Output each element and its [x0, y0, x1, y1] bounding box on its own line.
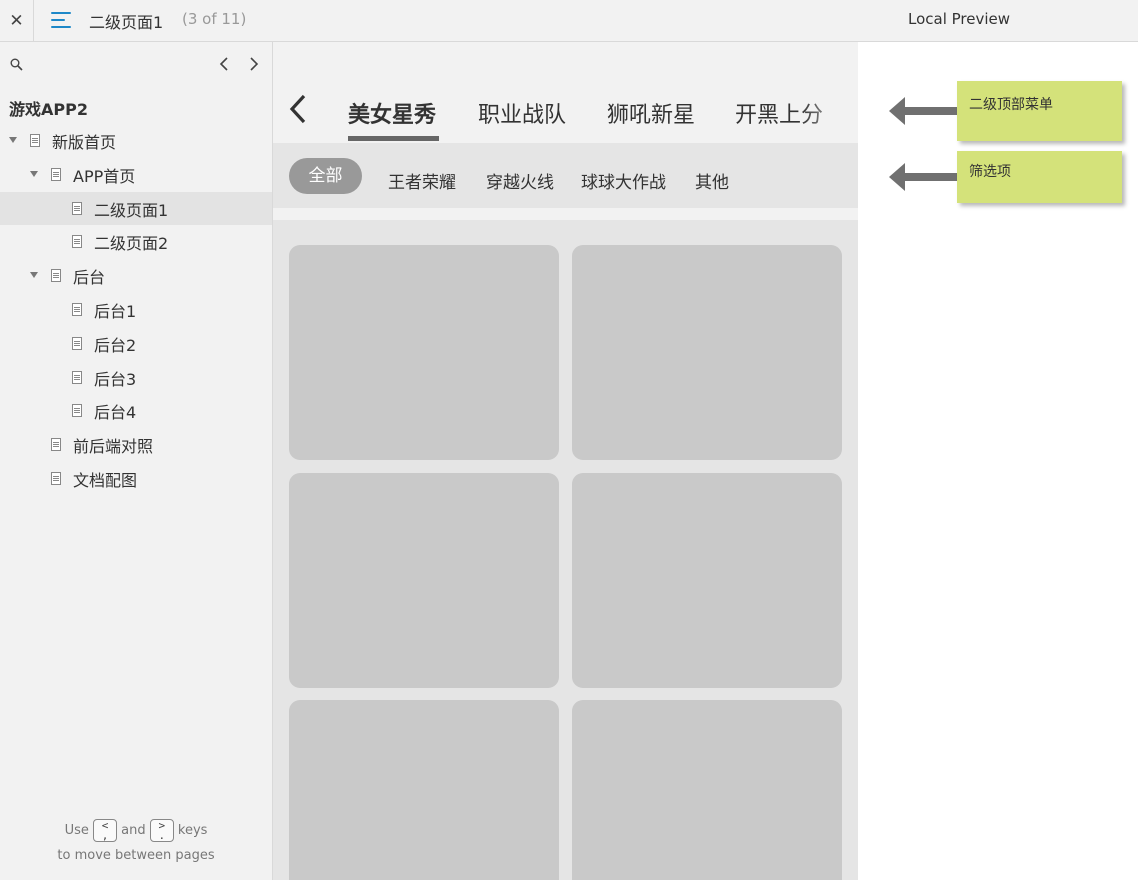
active-tab-indicator [348, 136, 439, 141]
tree-item[interactable]: 文档配图 [0, 462, 272, 496]
annotation-top-menu: 二级顶部菜单 [957, 81, 1122, 141]
tree-item-label: 二级页面2 [94, 234, 169, 254]
divider [273, 208, 858, 220]
preview-label: Local Preview [908, 10, 1011, 28]
tab-2[interactable]: 狮吼新星 [607, 97, 695, 129]
tree-item[interactable]: 前后端对照 [0, 428, 272, 462]
tree-item[interactable]: 后台2 [0, 327, 272, 361]
page-icon [51, 471, 61, 485]
content-card[interactable] [289, 472, 559, 688]
tree-item[interactable]: 二级页面1 [0, 191, 272, 226]
filter-item[interactable]: 王者荣耀 [388, 168, 456, 193]
filter-bar: 全部 王者荣耀 穿越火线 球球大作战 其他 [273, 143, 858, 208]
filter-item[interactable]: 其他 [695, 168, 729, 193]
tree-item-label: 后台4 [94, 403, 137, 423]
tree-item-label: 后台1 [94, 301, 137, 321]
annotation-arrow-icon [889, 163, 959, 191]
expand-arrow-icon[interactable] [30, 272, 38, 279]
tree-item[interactable]: 二级页面2 [0, 225, 272, 259]
page-preview: 美女星秀 职业战队 狮吼新星 开黑上分 全部 王者荣耀 穿越火线 球球大作战 其… [273, 42, 858, 880]
tree-item-label: 后台2 [94, 335, 137, 355]
page-tree: 新版首页 APP首页二级页面1 二级页面2 后台后台1 后台2 后台3 后台4 前后端对照文档… [0, 124, 272, 496]
content-card[interactable] [289, 700, 559, 880]
tree-item[interactable]: APP首页 [0, 158, 272, 192]
content-card[interactable] [572, 472, 842, 688]
content-card[interactable] [289, 245, 559, 460]
sidebar: 游戏APP2 新版首页 APP首页二级页面1 二级页面2 后台后台1 后台2 后台3 后台4… [0, 42, 273, 880]
tree-item-label: 后台 [73, 268, 106, 288]
filter-item[interactable]: 球球大作战 [581, 168, 666, 193]
tree-item[interactable]: 新版首页 [0, 124, 272, 158]
close-icon: ✕ [9, 10, 24, 31]
annotation-filter-items: 筛选项 [957, 151, 1122, 203]
page-icon [51, 167, 61, 181]
previous-page-icon[interactable] [217, 54, 233, 74]
tree-item[interactable]: 后台 [0, 259, 272, 293]
content-card[interactable] [572, 245, 842, 460]
search-icon[interactable] [10, 58, 23, 71]
page-icon [30, 134, 40, 147]
keyboard-hint: Use <, and >. keys to move between pages [57, 819, 215, 863]
content-card[interactable] [572, 700, 842, 880]
project-name: 游戏APP2 [9, 100, 88, 119]
next-key-icon: >. [149, 819, 174, 842]
page-icon [51, 269, 61, 283]
tree-item-label: APP首页 [73, 166, 136, 186]
top-tabs-bar: 美女星秀 职业战队 狮吼新星 开黑上分 [273, 42, 858, 143]
next-page-icon[interactable] [246, 54, 262, 74]
page-icon [72, 235, 82, 249]
annotation-arrow-icon [889, 97, 959, 125]
page-icon [72, 201, 82, 215]
tree-item[interactable]: 后台4 [0, 394, 272, 428]
tree-item[interactable]: 后台3 [0, 361, 272, 395]
expand-arrow-icon[interactable] [30, 170, 38, 177]
tree-item-label: 前后端对照 [73, 437, 154, 457]
filter-all-pill[interactable]: 全部 [289, 158, 362, 194]
page-count: (3 of 11) [182, 10, 247, 28]
tab-0[interactable]: 美女星秀 [348, 97, 436, 129]
tree-item-label: 文档配图 [73, 470, 138, 490]
page-title: 二级页面1 [89, 13, 164, 32]
page-icon [72, 302, 82, 316]
top-bar: ✕ 二级页面1 (3 of 11) Local Preview [0, 0, 1138, 42]
tree-item-label: 后台3 [94, 369, 137, 389]
tree-item-label: 二级页面1 [94, 200, 169, 220]
menu-icon[interactable] [51, 10, 73, 30]
page-icon [72, 370, 82, 384]
page-icon [72, 404, 82, 418]
page-icon [51, 438, 61, 452]
page-icon [72, 336, 82, 350]
tree-item-label: 新版首页 [52, 133, 117, 152]
close-button[interactable]: ✕ [0, 0, 34, 41]
expand-arrow-icon[interactable] [9, 137, 17, 143]
tab-1[interactable]: 职业战队 [478, 97, 566, 129]
back-arrow-icon[interactable] [288, 93, 308, 125]
prev-key-icon: <, [93, 819, 117, 842]
filter-item[interactable]: 穿越火线 [486, 168, 554, 193]
tree-item[interactable]: 后台1 [0, 293, 272, 327]
